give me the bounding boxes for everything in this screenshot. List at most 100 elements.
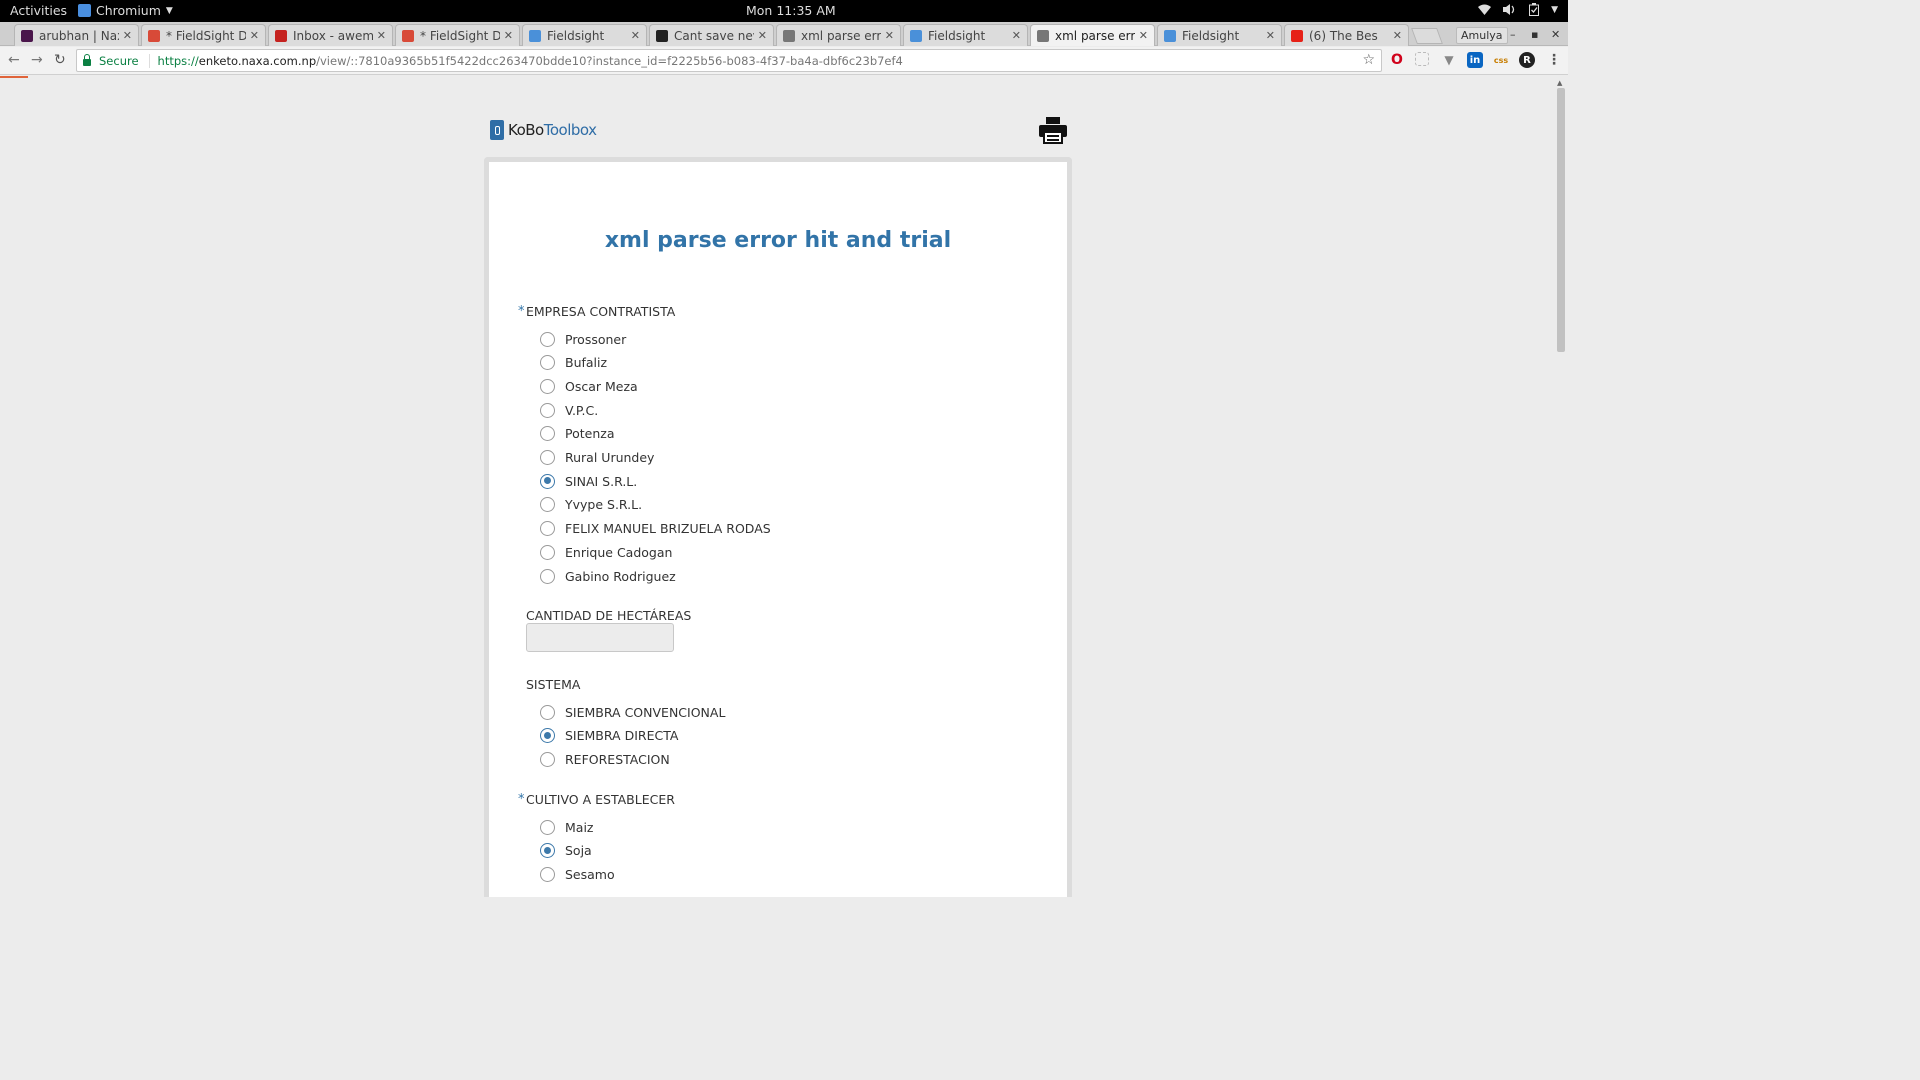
tab-close-icon[interactable]: ✕ [1139, 29, 1148, 42]
radio-option-empresa[interactable]: Enrique Cadogan [540, 542, 672, 562]
radio-button[interactable] [540, 426, 555, 442]
tab-close-icon[interactable]: ✕ [250, 29, 259, 42]
close-window-icon[interactable]: ✕ [1551, 28, 1560, 41]
radio-button[interactable] [540, 497, 555, 513]
radio-button[interactable] [540, 450, 555, 465]
document-icon [783, 29, 795, 42]
browser-tab[interactable]: Cant save nev ✕ [649, 24, 774, 46]
bookmark-star-icon[interactable]: ☆ [1362, 52, 1375, 68]
tab-close-icon[interactable]: ✕ [885, 29, 894, 42]
back-icon[interactable]: ← [8, 52, 20, 68]
profile-button[interactable]: Amulya [1456, 27, 1508, 44]
radio-button[interactable] [540, 355, 555, 371]
logo-text-toolbox: Toolbox [543, 121, 597, 139]
radio-option-sistema[interactable]: REFORESTACION [540, 749, 670, 769]
radio-option-empresa[interactable]: Bufaliz [540, 353, 607, 373]
browser-tab[interactable]: xml parse erro ✕ [1030, 24, 1155, 46]
chevron-down-icon: ▼ [165, 5, 173, 16]
radio-option-empresa[interactable]: Rural Urundey [540, 448, 654, 468]
radio-button[interactable] [540, 473, 555, 489]
page-scrollbar[interactable]: ▲ [1554, 78, 1568, 882]
radio-option-sistema[interactable]: SIEMBRA CONVENCIONAL [540, 702, 725, 722]
radio-option-cultivo[interactable]: Soja [540, 841, 592, 861]
css-extension-icon[interactable]: css [1493, 52, 1509, 68]
question-label-sistema: SISTEMA [526, 677, 581, 692]
kobo-logo-icon [490, 120, 504, 140]
scrollbar-thumb[interactable] [1557, 88, 1565, 352]
browser-tab[interactable]: Inbox - awem ✕ [268, 24, 393, 46]
radio-button[interactable] [540, 544, 555, 560]
browser-tab[interactable]: arubhan | Nax ✕ [14, 24, 139, 46]
radio-button[interactable] [540, 568, 555, 584]
system-tray[interactable]: ▼ [1478, 3, 1558, 16]
tab-close-icon[interactable]: ✕ [377, 29, 386, 42]
tab-close-icon[interactable]: ✕ [1393, 29, 1402, 42]
tab-close-icon[interactable]: ✕ [504, 29, 513, 42]
browser-tab[interactable]: Fieldsight ✕ [1157, 24, 1282, 46]
tab-title: Fieldsight [1182, 28, 1240, 43]
browser-menu-icon[interactable]: ⋮ [1546, 52, 1562, 68]
tab-close-icon[interactable]: ✕ [1012, 29, 1021, 42]
print-icon[interactable] [1038, 116, 1068, 144]
browser-toolbar: ← → ↻ Secure https://enketo.naxa.com.np /… [0, 47, 1568, 75]
radio-option-empresa[interactable]: Yvype S.R.L. [540, 495, 642, 515]
address-bar[interactable]: Secure https://enketo.naxa.com.np/view/:… [76, 49, 1382, 72]
react-devtools-icon[interactable]: R [1519, 52, 1535, 68]
radio-option-cultivo[interactable]: Sesamo [540, 864, 615, 884]
radio-option-label: Potenza [565, 426, 615, 442]
radio-option-empresa[interactable]: Oscar Meza [540, 376, 638, 396]
browser-tab[interactable]: Fieldsight ✕ [522, 24, 647, 46]
browser-tab[interactable]: * FieldSight D ✕ [395, 24, 520, 46]
scroll-up-icon[interactable]: ▲ [1557, 79, 1562, 87]
url-path: /view/::7810a9365b51f5422dcc263470bdde10… [316, 53, 903, 68]
tab-close-icon[interactable]: ✕ [123, 29, 132, 42]
minimize-icon[interactable]: – [1510, 28, 1516, 41]
required-marker: * [518, 304, 525, 319]
radio-button[interactable] [540, 843, 555, 859]
tab-title: Fieldsight [928, 28, 986, 43]
maximize-icon[interactable]: ▪ [1531, 28, 1538, 41]
radio-option-empresa[interactable]: Potenza [540, 424, 614, 444]
reload-icon[interactable]: ↻ [54, 52, 66, 68]
radio-option-empresa[interactable]: V.P.C. [540, 400, 598, 420]
browser-tab[interactable]: xml parse erro ✕ [776, 24, 901, 46]
radio-option-empresa[interactable]: SINAI S.R.L. [540, 471, 637, 491]
browser-tab[interactable]: (6) The Bes ✕ [1284, 24, 1409, 46]
vue-devtools-icon[interactable]: ▼ [1441, 52, 1457, 68]
radio-button[interactable] [540, 866, 555, 882]
battery-icon [1529, 3, 1540, 16]
tab-title: * FieldSight D [420, 28, 500, 43]
opera-extension-icon[interactable]: O [1389, 52, 1405, 68]
radio-option-cultivo[interactable]: Maiz [540, 817, 593, 837]
radio-option-empresa[interactable]: FELIX MANUEL BRIZUELA RODAS [540, 519, 771, 539]
radio-button[interactable] [540, 331, 555, 347]
radio-option-label: Gabino Rodriguez [565, 568, 676, 584]
radio-button[interactable] [540, 728, 555, 744]
radio-button[interactable] [540, 402, 555, 418]
volume-icon [1503, 4, 1515, 15]
tab-close-icon[interactable]: ✕ [758, 29, 767, 42]
cantidad-hectareas-input[interactable] [526, 623, 674, 652]
gmail-icon [275, 29, 287, 42]
new-tab-button[interactable] [1411, 28, 1443, 44]
radio-button[interactable] [540, 704, 555, 720]
app-name: Chromium [96, 3, 161, 18]
extension-placeholder-icon[interactable] [1415, 52, 1429, 66]
browser-tab[interactable]: * FieldSight D ✕ [141, 24, 266, 46]
radio-button[interactable] [540, 819, 555, 835]
tab-close-icon[interactable]: ✕ [1266, 29, 1275, 42]
activities-button[interactable]: Activities [10, 3, 67, 18]
tab-title: * FieldSight D [166, 28, 246, 43]
radio-option-empresa[interactable]: Gabino Rodriguez [540, 566, 676, 586]
radio-option-empresa[interactable]: Prossoner [540, 329, 626, 349]
radio-button[interactable] [540, 378, 555, 394]
tab-close-icon[interactable]: ✕ [631, 29, 640, 42]
radio-button[interactable] [540, 521, 555, 537]
clock[interactable]: Mon 11:35 AM [746, 3, 836, 18]
linkedin-icon[interactable]: in [1467, 52, 1483, 68]
forward-icon[interactable]: → [31, 52, 43, 68]
browser-tab[interactable]: Fieldsight ✕ [903, 24, 1028, 46]
radio-button[interactable] [540, 751, 555, 767]
app-menu[interactable]: Chromium ▼ [78, 3, 173, 18]
radio-option-sistema[interactable]: SIEMBRA DIRECTA [540, 726, 678, 746]
